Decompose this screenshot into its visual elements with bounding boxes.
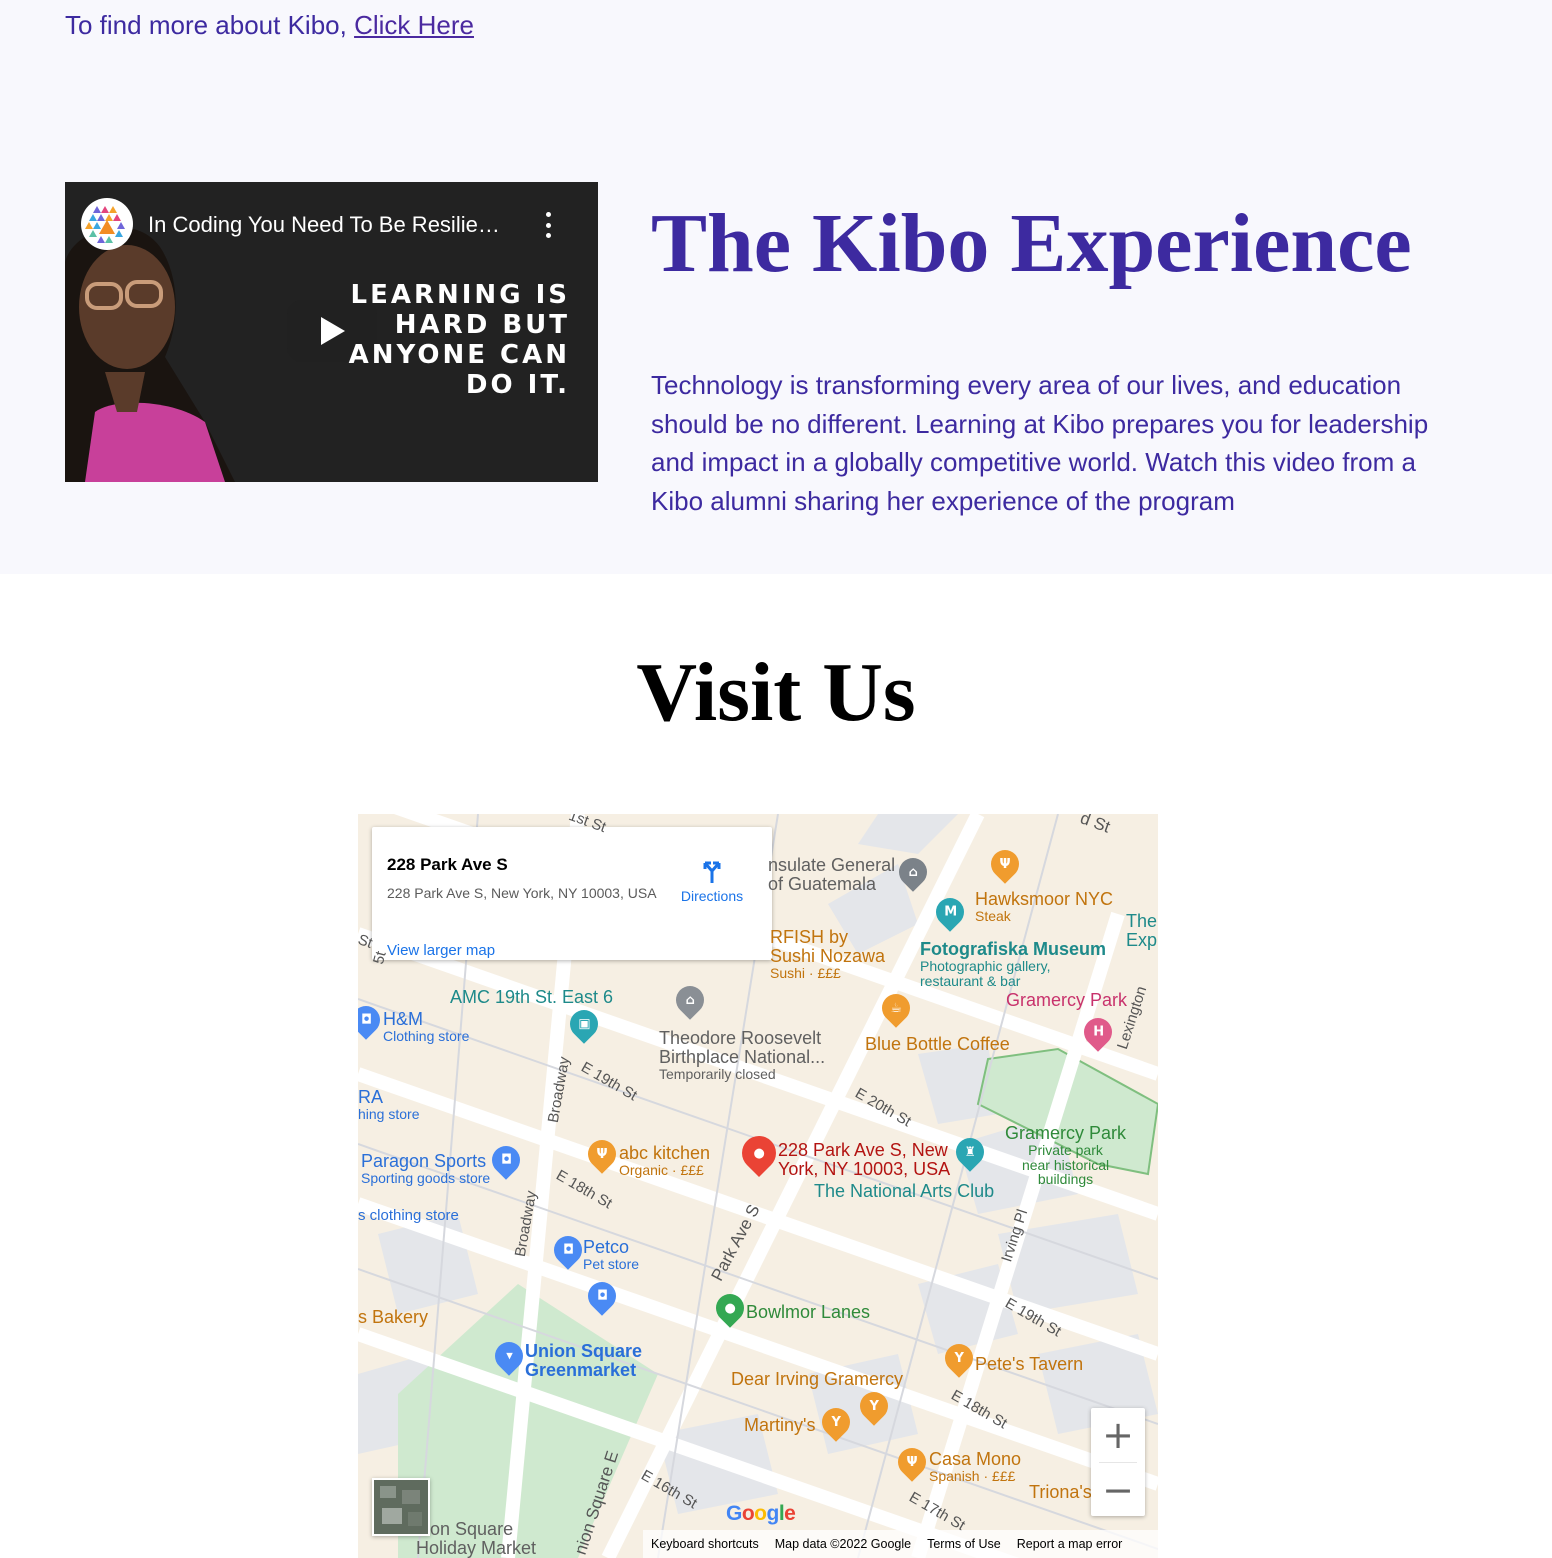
starfish-name: RFISH by Sushi Nozawa [770,927,886,966]
gramercy-sub: Private park near historical buildings [1021,1141,1110,1188]
report-map-error-link[interactable]: Report a map error [1017,1537,1123,1551]
map-label-bakery[interactable]: s Bakery [358,1308,428,1327]
overlay-line: LEARNING IS [350,280,570,310]
map-label-fotografiska[interactable]: Fotografiska Museum Photographic gallery… [920,940,1106,988]
map-label-national-arts[interactable]: The National Arts Club [814,1182,994,1201]
google-map[interactable]: 228 Park Ave S 228 Park Ave S, New York,… [358,814,1158,1558]
more-options-icon[interactable] [541,212,555,238]
map-label-bowlmor[interactable]: Bowlmor Lanes [746,1303,870,1322]
map-label-casa-mono[interactable]: Casa Mono Spanish · £££ [929,1450,1021,1484]
click-here-link[interactable]: Click Here [354,10,474,40]
paragon-sub: Sporting goods store [361,1169,491,1186]
map-footer: Keyboard shortcuts Map data ©2022 Google… [643,1530,1158,1558]
map-label-paragon[interactable]: Paragon Sports Sporting goods store [361,1152,490,1186]
map-label-trionas[interactable]: Triona's [1029,1483,1092,1502]
map-label-consulate[interactable]: nsulate General of Guatemala [768,856,895,894]
map-label-greenmarket[interactable]: Union Square Greenmarket [525,1342,642,1380]
place-title: 228 Park Ave S [387,855,508,874]
fotografiska-name: Fotografiska Museum [920,939,1107,959]
directions-button[interactable]: Directions [672,857,752,904]
more-info-text: To find more about Kibo, [65,10,355,40]
experience-title: The Kibo Experience [651,197,1412,290]
experience-description: Technology is transforming every area of… [651,370,1429,516]
google-logo: Google [726,1502,796,1525]
starfish-sub: Sushi · £££ [770,964,841,981]
map-label-gramercy-park[interactable]: Gramercy Park Private park near historic… [1005,1124,1126,1187]
abc-sub: Organic · £££ [619,1161,704,1178]
zara-b: hing store [358,1105,420,1122]
more-info-line: To find more about Kibo, Click Here [65,10,474,41]
terms-of-use-link[interactable]: Terms of Use [927,1537,1001,1551]
hawksmoor-sub: Steak [975,907,1011,924]
zara-a: RA [358,1087,384,1107]
map-label-amc[interactable]: AMC 19th St. East 6 [450,988,613,1007]
map-label-petes[interactable]: Pete's Tavern [975,1355,1083,1374]
petco-name: Petco [583,1237,630,1257]
video-player[interactable]: In Coding You Need To Be Resilie… LEARNI… [65,182,598,482]
satellite-toggle-button[interactable] [372,1478,430,1536]
petco-sub: Pet store [583,1255,640,1272]
map-label-clothing[interactable]: s clothing store [358,1208,459,1224]
map-label-pin-address[interactable]: 228 Park Ave S, New York, NY 10003, USA [778,1141,950,1179]
map-label-abc-kitchen[interactable]: abc kitchen Organic · £££ [619,1144,710,1178]
kibo-experience-section: To find more about Kibo, Click Here In C… [0,0,1552,574]
map-data-text: Map data ©2022 Google [774,1537,912,1551]
keyboard-shortcuts-link[interactable]: Keyboard shortcuts [651,1537,759,1551]
visit-us-title: Visit Us [636,646,916,739]
map-label-starfish[interactable]: RFISH by Sushi Nozawa Sushi · £££ [770,928,885,980]
overlay-line: HARD BUT [394,310,570,340]
zoom-in-button[interactable]: + [1091,1408,1145,1462]
zoom-controls: + − [1091,1408,1145,1516]
video-overlay-text: LEARNING IS HARD BUT ANYONE CAN DO IT. [349,280,570,400]
view-larger-map-link[interactable]: View larger map [387,942,495,959]
directions-label: Directions [680,888,744,904]
hm-sub: Clothing store [383,1027,470,1044]
satellite-thumbnail-icon [374,1480,428,1534]
overlay-line: ANYONE CAN [348,340,570,370]
casa-name: Casa Mono [929,1449,1022,1469]
place-info-card: 228 Park Ave S 228 Park Ave S, New York,… [372,827,772,960]
map-label-petco[interactable]: Petco Pet store [583,1238,639,1272]
hm-name: H&M [383,1009,423,1029]
hawksmoor-name: Hawksmoor NYC [975,889,1114,909]
map-label-dear-irving[interactable]: Dear Irving Gramercy [731,1370,903,1389]
overlay-line: DO IT. [465,370,570,400]
map-label-hm[interactable]: H&M Clothing store [383,1010,469,1044]
video-thumbnail-person [65,227,235,482]
zoom-out-button[interactable]: − [1091,1463,1145,1517]
kibo-triangles-logo [85,206,125,243]
map-label-zara[interactable]: RA hing store [358,1088,419,1122]
roosevelt-name: Theodore Roosevelt Birthplace National..… [659,1028,826,1067]
paragon-name: Paragon Sports [361,1151,487,1171]
abc-name: abc kitchen [619,1143,711,1163]
map-label-roosevelt[interactable]: Theodore Roosevelt Birthplace National..… [659,1029,825,1081]
directions-icon [703,861,721,883]
map-label-martinys[interactable]: Martiny's [744,1416,815,1435]
roosevelt-sub: Temporarily closed [659,1065,776,1082]
gramercy-name: Gramercy Park [1005,1123,1127,1143]
channel-logo[interactable] [81,198,133,250]
map-label-the-exp[interactable]: The Exp [1126,912,1157,950]
fotografiska-sub: Photographic gallery, restaurant & bar [920,957,1051,989]
place-address: 228 Park Ave S, New York, NY 10003, USA [387,885,657,901]
video-title[interactable]: In Coding You Need To Be Resilie… [148,212,500,238]
casa-sub: Spanish · £££ [929,1467,1016,1484]
map-label-gramercy-park-hotel[interactable]: Gramercy Park [1006,991,1127,1010]
play-icon [321,317,345,345]
map-label-hawksmoor[interactable]: Hawksmoor NYC Steak [975,890,1113,924]
map-label-blue-bottle[interactable]: Blue Bottle Coffee [865,1035,1010,1054]
map-label-union-square[interactable]: nion Square Holiday Market [416,1520,536,1558]
